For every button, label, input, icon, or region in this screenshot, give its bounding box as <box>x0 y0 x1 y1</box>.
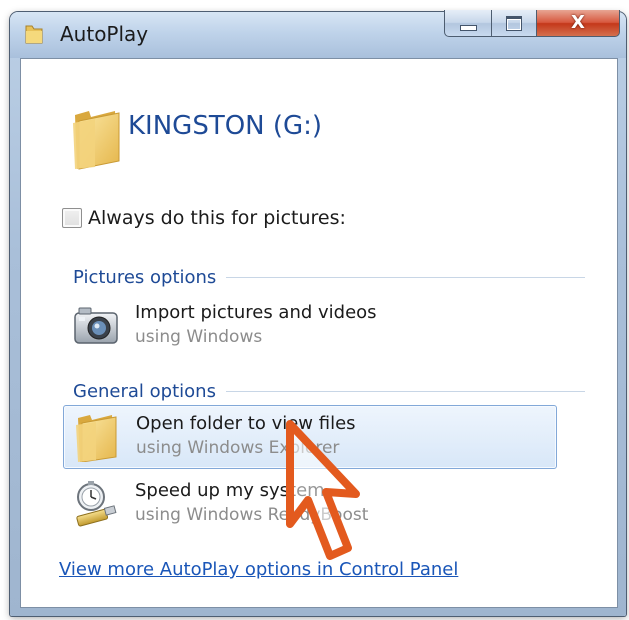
divider <box>226 277 585 278</box>
folder-icon <box>25 25 43 44</box>
close-icon: X <box>571 12 585 33</box>
option-subtitle: using Windows <box>135 327 263 347</box>
minimize-button[interactable] <box>444 10 492 37</box>
maximize-icon <box>506 16 522 31</box>
import-pictures-option[interactable]: Import pictures and videos using Windows <box>63 295 555 357</box>
readyboost-icon <box>76 481 117 527</box>
always-checkbox[interactable] <box>62 208 82 228</box>
drive-name: KINGSTON (G:) <box>128 111 323 141</box>
cursor-arrow-icon <box>286 420 360 560</box>
group-label: Pictures options <box>73 267 217 288</box>
folder-icon <box>76 415 117 462</box>
window-title: AutoPlay <box>60 22 149 46</box>
always-checkbox-label: Always do this for pictures: <box>88 207 346 229</box>
close-button[interactable]: X <box>537 10 620 37</box>
maximize-button[interactable] <box>492 10 537 37</box>
always-do-this-row[interactable]: Always do this for pictures: <box>62 207 346 229</box>
folder-icon <box>73 111 120 170</box>
divider <box>225 391 585 392</box>
group-label: General options <box>73 381 216 402</box>
general-options-header: General options <box>73 381 585 402</box>
pictures-options-header: Pictures options <box>73 267 585 288</box>
control-panel-link[interactable]: View more AutoPlay options in Control Pa… <box>59 559 458 580</box>
caption-buttons: X <box>444 10 620 37</box>
title-bar[interactable]: AutoPlay X <box>10 10 626 58</box>
camera-icon <box>74 307 118 344</box>
option-title: Import pictures and videos <box>135 302 377 323</box>
minimize-icon <box>460 25 477 31</box>
